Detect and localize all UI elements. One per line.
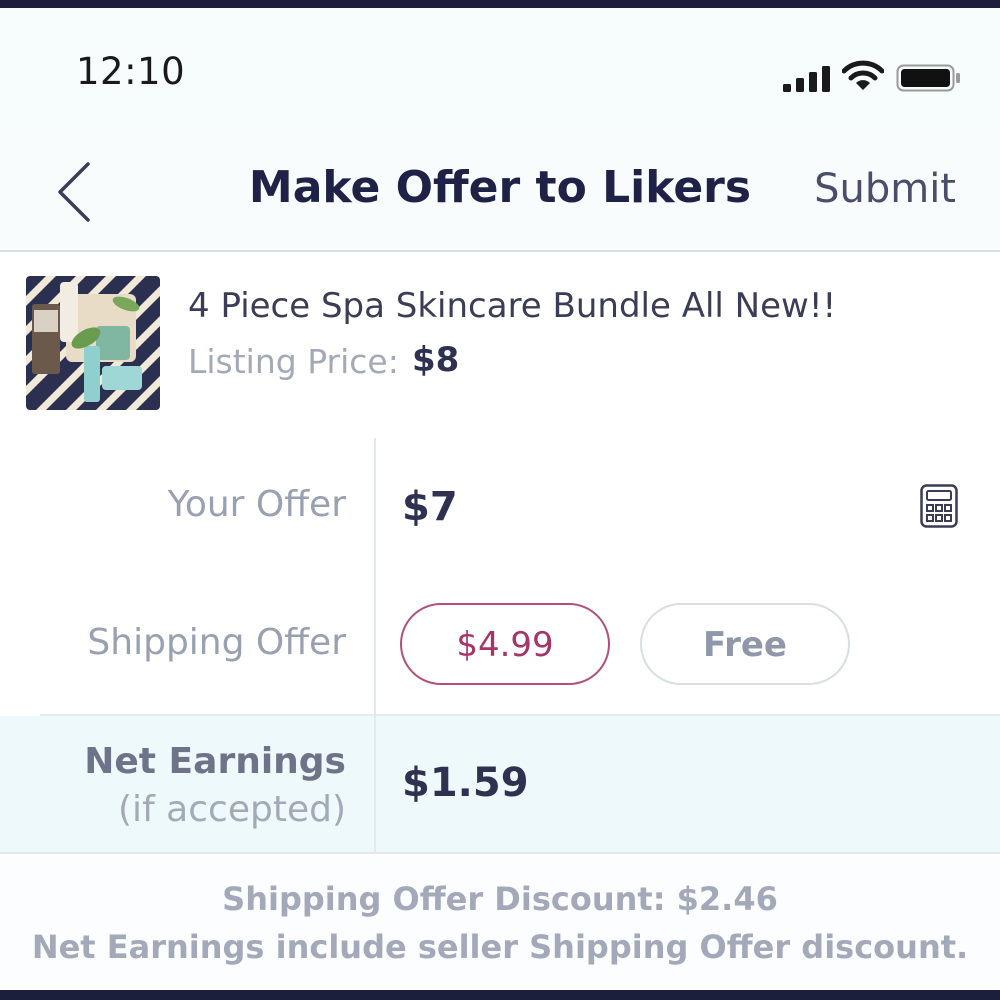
net-earnings-label: Net Earnings (if accepted) (84, 738, 346, 834)
net-earnings-title: Net Earnings (84, 741, 346, 782)
status-time: 12:10 (76, 50, 186, 93)
battery-icon (896, 64, 960, 92)
column-divider (374, 438, 376, 852)
net-earnings-value: $1.59 (402, 760, 529, 806)
net-earnings-sublabel: (if accepted) (118, 789, 346, 830)
footer-note: Shipping Offer Discount: $2.46 Net Earni… (0, 854, 1000, 990)
listing-price-label: Listing Price: (188, 342, 399, 381)
shipping-row: Shipping Offer $4.99 Free (0, 576, 1000, 714)
nav-bar: Make Offer to Likers Submit (0, 128, 1000, 252)
listing-summary[interactable]: 4 Piece Spa Skincare Bundle All New!! Li… (0, 252, 1000, 440)
calculator-icon[interactable] (920, 484, 958, 528)
net-earnings-row: Net Earnings (if accepted) $1.59 (0, 716, 1000, 854)
shipping-discount-text: Shipping Offer Discount: $2.46 (222, 880, 778, 918)
shipping-label: Shipping Offer (87, 622, 346, 663)
offer-label: Your Offer (167, 484, 346, 525)
shipping-option-paid-button[interactable]: $4.99 (400, 603, 610, 685)
offer-input[interactable]: $7 (402, 484, 458, 530)
shipping-option-free-button[interactable]: Free (640, 603, 850, 685)
net-earnings-note: Net Earnings include seller Shipping Off… (31, 928, 969, 966)
app-screen: 12:10 Make Offer to Likers Submit 4 Piec… (0, 8, 1000, 990)
listing-thumbnail (26, 276, 160, 410)
status-bar: 12:10 (0, 8, 1000, 128)
offer-row: Your Offer $7 (0, 438, 1000, 578)
listing-title: 4 Piece Spa Skincare Bundle All New!! (188, 286, 837, 326)
listing-price-value: $8 (412, 340, 460, 380)
submit-button[interactable]: Submit (814, 166, 956, 212)
signal-icon (783, 66, 830, 92)
wifi-icon (842, 60, 884, 90)
